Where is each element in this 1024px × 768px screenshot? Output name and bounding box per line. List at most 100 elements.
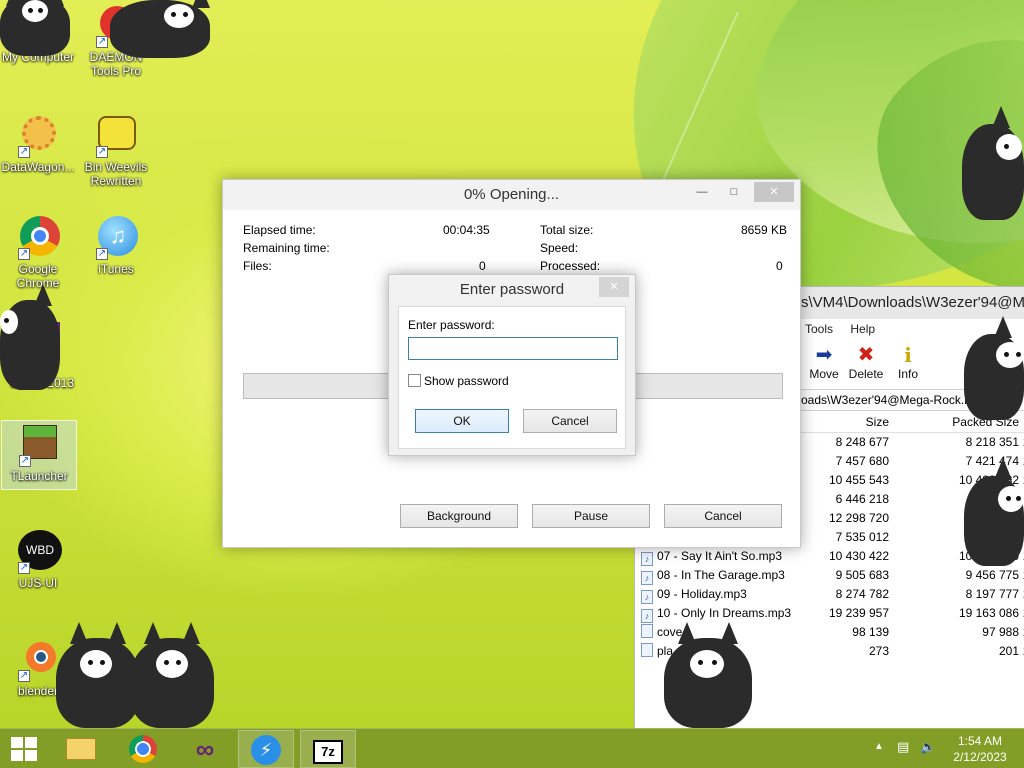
cat-sticker [110, 0, 220, 64]
total-size-label: Total size: [540, 223, 594, 237]
desktop-icon-itunes[interactable]: ♫ ↗ iTunes [78, 214, 154, 276]
password-field-label: Enter password: [408, 318, 495, 332]
toolbar-info-button[interactable]: i Info [887, 343, 929, 381]
file-size: 98 139 [852, 625, 889, 639]
image-file-icon [641, 624, 653, 638]
pause-button[interactable]: Pause [532, 504, 650, 528]
ujs-ui-icon: WBD ↗ [16, 528, 62, 574]
taskbar-visual-studio[interactable]: ∞ [181, 730, 229, 768]
table-row[interactable]: ♪09 - Holiday.mp38 274 7828 197 7772021 [635, 585, 1024, 604]
minimize-icon[interactable]: — [688, 182, 716, 202]
show-hidden-icons-icon[interactable]: ▲ [874, 741, 884, 752]
file-name-text: 08 - In The Garage.mp3 [657, 568, 785, 582]
files-value: 0 [479, 259, 486, 273]
taskbar-7zip[interactable]: 7z [300, 730, 356, 768]
file-name: ♪ 10 - Only In Dreams.mp3 [641, 604, 791, 623]
file-size: 7 535 012 [835, 530, 889, 544]
remaining-label: Remaining time: [243, 241, 330, 255]
delete-x-icon: ✖ [857, 344, 875, 366]
file-packed-size: 201 [998, 644, 1019, 658]
password-cancel-button[interactable]: Cancel [523, 409, 617, 433]
toolbar-label: Info [897, 367, 918, 381]
password-input[interactable] [408, 337, 618, 360]
desktop-icon-tlauncher[interactable]: ↗ TLauncher [1, 420, 77, 490]
file-name: ♪ 07 - Say It Ain't So.mp3 [641, 547, 782, 566]
maximize-icon[interactable]: □ [720, 182, 748, 202]
desktop-icon-ujs-ui[interactable]: WBD ↗ UJS-UI [0, 528, 76, 590]
lightning-icon: ⚡ [251, 735, 281, 765]
file-name: ♪ 09 - Holiday.mp3 [641, 585, 747, 604]
speed-label: Speed: [540, 241, 579, 255]
toolbar-label: Delete [848, 367, 884, 381]
toolbar-move-button[interactable]: ➡ Move [803, 343, 845, 381]
table-row[interactable]: ♪ 10 - Only In Dreams.mp3 19 239 957 19 163… [635, 604, 1024, 623]
clock-date: 2/12/2023 [953, 750, 1007, 764]
clock-time: 1:54 AM [957, 734, 1003, 748]
cat-sticker [964, 316, 1024, 420]
shortcut-arrow-icon: ↗ [96, 36, 108, 48]
bin-weevils-icon: ↗ [94, 112, 138, 158]
column-size[interactable]: Size [866, 411, 889, 433]
file-name: ♪ 08 - In The Garage.mp3 [641, 566, 785, 585]
background-button[interactable]: Background [400, 504, 518, 528]
cat-sticker [0, 284, 64, 390]
itunes-icon: ♫ ↗ [94, 214, 138, 260]
taskbar-daemon-tools[interactable]: ⚡ [238, 730, 294, 768]
file-size: 19 239 957 [828, 606, 889, 620]
file-packed-size: 97 988 [982, 625, 1019, 639]
files-label: Files: [243, 259, 272, 273]
cat-sticker [962, 106, 1024, 220]
processed-value: 0 [776, 259, 783, 273]
text-file-icon [641, 643, 653, 657]
taskbar-chrome[interactable] [119, 730, 167, 768]
password-dialog[interactable]: Enter password ✕ Enter password: Show pa… [388, 274, 636, 456]
file-size: 10 455 543 [828, 473, 889, 487]
clock[interactable]: 1:54 AM 2/12/2023 [944, 733, 1016, 765]
taskbar: ∞ ⚡ 7z ▲ ▤ 🔈 1:54 AM 2/12/2023 [0, 728, 1024, 768]
desktop-icon-bin-weevils[interactable]: ↗ Bin Weevils Rewritten [78, 112, 154, 188]
toolbar-delete-button[interactable]: ✖ Delete [845, 343, 887, 381]
file-size: 8 248 677 [835, 435, 889, 449]
show-password-checkbox[interactable] [408, 374, 421, 387]
menu-tools[interactable]: Tools [805, 322, 833, 336]
ok-button[interactable]: OK [415, 409, 509, 433]
elapsed-label: Elapsed time: [243, 223, 316, 237]
file-size: 8 274 782 [835, 587, 889, 601]
shortcut-arrow-icon: ↗ [18, 562, 30, 574]
elapsed-value: 00:04:35 [443, 223, 490, 237]
move-arrow-icon: ➡ [815, 344, 833, 366]
desktop-icon-label: iTunes [98, 262, 134, 276]
windows-logo-icon [11, 737, 37, 761]
close-icon[interactable]: ✕ [754, 182, 794, 202]
desktop-icon-datawagon[interactable]: ↗ DataWagon... [0, 112, 76, 174]
audio-file-icon: ♪ [641, 552, 653, 566]
audio-file-icon: ♪ [641, 571, 653, 585]
close-icon[interactable]: ✕ [599, 277, 629, 297]
folder-icon [66, 738, 96, 760]
desktop-icon-label: Bin Weevils Rewritten [84, 160, 148, 188]
file-size: 10 430 422 [828, 549, 889, 563]
cat-sticker [0, 0, 80, 60]
start-button[interactable] [0, 730, 48, 768]
file-name-text: 09 - Holiday.mp3 [657, 587, 747, 601]
file-packed-size: 19 163 086 [958, 606, 1019, 620]
shortcut-arrow-icon: ↗ [19, 455, 31, 467]
desktop-icon-label: UJS-UI [18, 576, 58, 590]
processed-label: Processed: [540, 259, 601, 273]
cancel-button[interactable]: Cancel [664, 504, 782, 528]
file-packed-size: 8 218 351 [965, 435, 1019, 449]
show-password-label[interactable]: Show password [424, 374, 509, 388]
file-size: 12 298 720 [828, 511, 889, 525]
desktop-icon-label: TLauncher [10, 469, 68, 483]
volume-icon[interactable]: 🔈 [920, 739, 936, 755]
menu-help[interactable]: Help [850, 322, 875, 336]
shortcut-arrow-icon: ↗ [18, 670, 30, 682]
taskbar-file-explorer[interactable] [57, 730, 105, 768]
network-icon[interactable]: ▤ [897, 739, 909, 755]
desktop: My Computer ↗ DAEMON Tools Pro ↗ DataWag… [0, 0, 1024, 728]
desktop-icon-google-chrome[interactable]: ↗ Google Chrome [0, 214, 76, 290]
file-name-text: 10 - Only In Dreams.mp3 [657, 606, 792, 620]
cat-sticker [660, 622, 756, 728]
audio-file-icon: ♪ [641, 590, 653, 604]
shortcut-arrow-icon: ↗ [18, 146, 30, 158]
